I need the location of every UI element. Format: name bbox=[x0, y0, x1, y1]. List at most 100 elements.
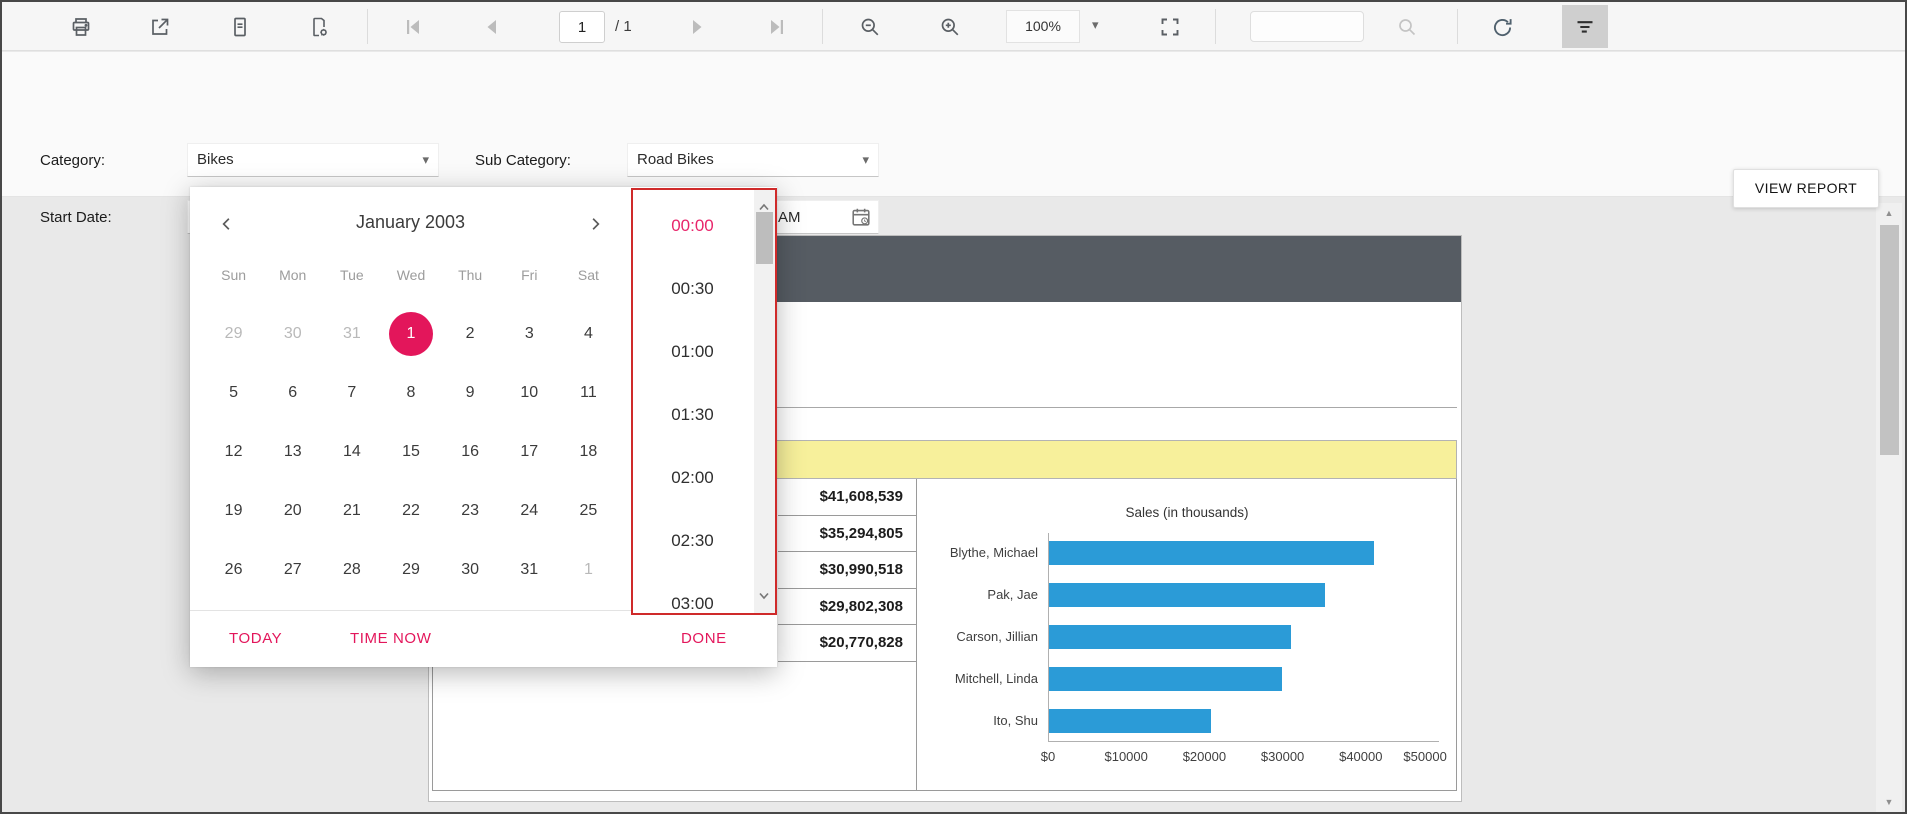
next-month-button[interactable] bbox=[580, 209, 610, 239]
time-option[interactable]: 00:30 bbox=[633, 257, 752, 320]
caret-down-icon[interactable]: ▾ bbox=[422, 144, 429, 176]
calendar-day[interactable]: 16 bbox=[441, 422, 500, 481]
last-page-button[interactable] bbox=[764, 14, 790, 40]
calendar-day[interactable]: 18 bbox=[559, 422, 618, 481]
calendar-day[interactable]: 17 bbox=[500, 422, 559, 481]
calendar-day[interactable]: 29 bbox=[381, 540, 440, 599]
end-date-calendar-icon[interactable] bbox=[850, 206, 872, 233]
x-tick-label: $30000 bbox=[1260, 749, 1305, 764]
x-tick-label: $20000 bbox=[1182, 749, 1227, 764]
fullscreen-button[interactable] bbox=[1157, 14, 1183, 40]
toolbar-separator bbox=[822, 9, 823, 44]
calendar-day[interactable]: 25 bbox=[559, 481, 618, 540]
calendar-day[interactable]: 30 bbox=[263, 304, 322, 363]
calendar-day[interactable]: 6 bbox=[263, 363, 322, 422]
filter-parameters-button[interactable] bbox=[1562, 5, 1608, 48]
time-scroll-down-icon[interactable] bbox=[758, 587, 770, 605]
calendar-day[interactable]: 29 bbox=[204, 304, 263, 363]
done-button[interactable]: DONE bbox=[681, 630, 727, 647]
next-page-icon bbox=[693, 20, 702, 34]
page-total-label: / 1 bbox=[615, 18, 632, 35]
zoom-level-select[interactable]: 100% bbox=[1006, 10, 1080, 43]
zoom-out-button[interactable] bbox=[857, 14, 883, 40]
calendar-day-names: Sun Mon Tue Wed Thu Fri Sat bbox=[204, 267, 618, 283]
viewer-scrollbar[interactable]: ▲ ▼ bbox=[1876, 203, 1902, 812]
time-option[interactable]: 01:30 bbox=[633, 383, 752, 446]
export-icon bbox=[152, 18, 169, 35]
datetime-picker-popup: January 2003 Sun Mon Tue Wed Thu Fri Sat 29 30 3… bbox=[190, 187, 777, 667]
calendar-day[interactable]: 30 bbox=[441, 540, 500, 599]
document-settings-button[interactable] bbox=[306, 14, 332, 40]
print-button[interactable] bbox=[68, 14, 94, 40]
calendar-day[interactable]: 26 bbox=[204, 540, 263, 599]
calendar-day[interactable]: 1 bbox=[559, 540, 618, 599]
category-dropdown[interactable]: Bikes ▾ bbox=[187, 143, 439, 177]
time-option[interactable]: 00:00 bbox=[633, 194, 752, 257]
calendar-day[interactable]: 27 bbox=[263, 540, 322, 599]
time-now-button[interactable]: TIME NOW bbox=[350, 630, 431, 647]
sales-value-cell: $20,770,828 bbox=[778, 625, 916, 662]
calendar-day[interactable]: 23 bbox=[441, 481, 500, 540]
chart-x-axis bbox=[1048, 741, 1439, 742]
parameter-panel: Category: Bikes ▾ Sub Category: Road Bik… bbox=[2, 52, 1905, 234]
report-document-button[interactable] bbox=[227, 14, 253, 40]
calendar-day[interactable]: 14 bbox=[322, 422, 381, 481]
bar-category-label: Pak, Jae bbox=[987, 587, 1038, 602]
bar-category-label: Carson, Jillian bbox=[956, 629, 1038, 644]
sub-category-dropdown[interactable]: Road Bikes ▾ bbox=[627, 143, 879, 177]
time-scrollbar[interactable] bbox=[754, 190, 775, 613]
search-input[interactable] bbox=[1250, 11, 1364, 42]
calendar-day[interactable]: 24 bbox=[500, 481, 559, 540]
toolbar-separator bbox=[1215, 9, 1216, 44]
time-scrollbar-thumb[interactable] bbox=[756, 212, 773, 264]
calendar-day[interactable]: 31 bbox=[322, 304, 381, 363]
scroll-down-icon[interactable]: ▼ bbox=[1876, 797, 1902, 807]
view-report-button[interactable]: VIEW REPORT bbox=[1733, 169, 1879, 208]
calendar-day[interactable]: 5 bbox=[204, 363, 263, 422]
today-button[interactable]: TODAY bbox=[229, 630, 282, 647]
scrollbar-thumb[interactable] bbox=[1880, 225, 1899, 455]
document-settings-icon bbox=[313, 17, 327, 37]
first-page-button[interactable] bbox=[400, 14, 426, 40]
time-option[interactable]: 01:00 bbox=[633, 320, 752, 383]
time-option[interactable]: 03:00 bbox=[633, 572, 752, 613]
bar-category-label: Ito, Shu bbox=[993, 713, 1038, 728]
sales-bar-chart: Sales (in thousands) Blythe, Michael Pak,… bbox=[917, 479, 1457, 791]
caret-down-icon[interactable]: ▾ bbox=[862, 144, 869, 176]
calendar-day[interactable]: 2 bbox=[441, 304, 500, 363]
zoom-caret-down-icon[interactable]: ▾ bbox=[1092, 17, 1099, 33]
calendar-day[interactable]: 7 bbox=[322, 363, 381, 422]
page-number-input[interactable] bbox=[559, 11, 605, 43]
calendar-day[interactable]: 15 bbox=[381, 422, 440, 481]
x-tick-label: $10000 bbox=[1104, 749, 1148, 764]
next-page-button[interactable] bbox=[684, 14, 710, 40]
calendar-day[interactable]: 12 bbox=[204, 422, 263, 481]
calendar-day[interactable]: 8 bbox=[381, 363, 440, 422]
scroll-up-icon[interactable]: ▲ bbox=[1876, 208, 1902, 218]
calendar-day[interactable]: 10 bbox=[500, 363, 559, 422]
zoom-in-button[interactable] bbox=[937, 14, 963, 40]
calendar-day[interactable]: 9 bbox=[441, 363, 500, 422]
time-option[interactable]: 02:30 bbox=[633, 509, 752, 572]
export-button[interactable] bbox=[147, 14, 173, 40]
previous-page-button[interactable] bbox=[479, 14, 505, 40]
zoom-out-icon bbox=[861, 18, 879, 36]
refresh-button[interactable] bbox=[1489, 14, 1515, 40]
calendar-day[interactable]: 31 bbox=[500, 540, 559, 599]
time-option-list: 00:00 00:30 01:00 01:30 02:00 02:30 03:00 bbox=[633, 190, 752, 613]
calendar-day[interactable]: 28 bbox=[322, 540, 381, 599]
calendar-day[interactable]: 11 bbox=[559, 363, 618, 422]
search-button[interactable] bbox=[1394, 14, 1420, 40]
calendar-day[interactable]: 13 bbox=[263, 422, 322, 481]
calendar-month-title[interactable]: January 2003 bbox=[190, 212, 631, 233]
calendar-day[interactable]: 22 bbox=[381, 481, 440, 540]
calendar-day[interactable]: 21 bbox=[322, 481, 381, 540]
calendar-day-selected[interactable]: 1 bbox=[381, 304, 440, 363]
calendar-day[interactable]: 4 bbox=[559, 304, 618, 363]
calendar-day[interactable]: 20 bbox=[263, 481, 322, 540]
calendar-day[interactable]: 19 bbox=[204, 481, 263, 540]
time-option[interactable]: 02:00 bbox=[633, 446, 752, 509]
calendar-day[interactable]: 3 bbox=[500, 304, 559, 363]
bar-category-label: Mitchell, Linda bbox=[954, 671, 1038, 686]
bar bbox=[1049, 625, 1291, 649]
